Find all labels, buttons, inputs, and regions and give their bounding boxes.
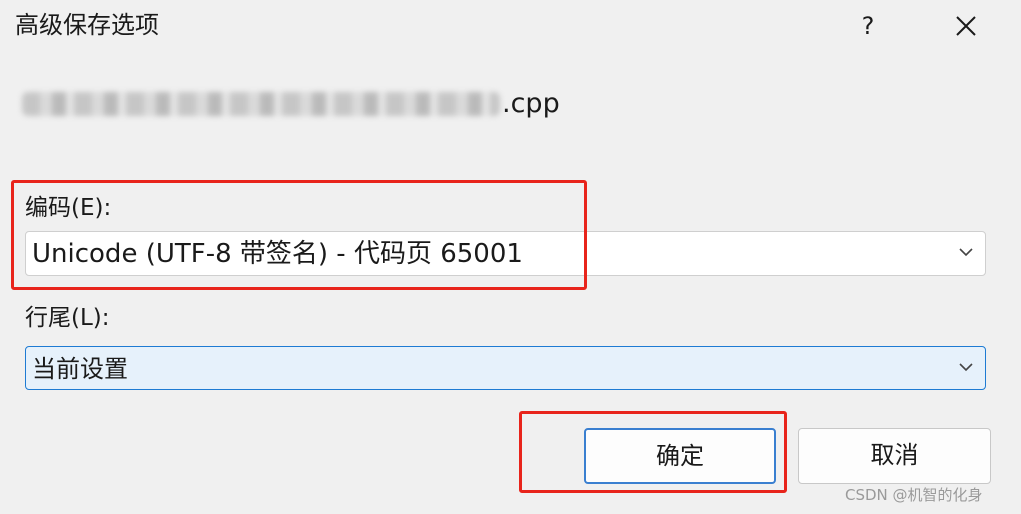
line-endings-select[interactable]: 当前设置 <box>25 346 986 390</box>
close-button[interactable] <box>944 6 988 46</box>
close-icon <box>956 16 976 36</box>
highlight-box-encoding <box>11 180 587 290</box>
file-extension: .cpp <box>502 88 560 119</box>
chevron-down-icon <box>959 363 973 372</box>
chevron-down-icon <box>959 248 973 257</box>
title-bar: 高级保存选项 ? <box>0 0 1021 54</box>
blurred-file-name <box>22 92 500 116</box>
line-endings-value: 当前设置 <box>32 355 128 383</box>
highlight-box-ok <box>519 411 787 493</box>
dialog-title: 高级保存选项 <box>15 11 159 39</box>
watermark: CSDN @机智的化身 <box>845 486 983 504</box>
line-endings-label: 行尾(L): <box>25 305 110 331</box>
cancel-button[interactable]: 取消 <box>798 428 991 484</box>
help-button[interactable]: ? <box>846 6 890 46</box>
